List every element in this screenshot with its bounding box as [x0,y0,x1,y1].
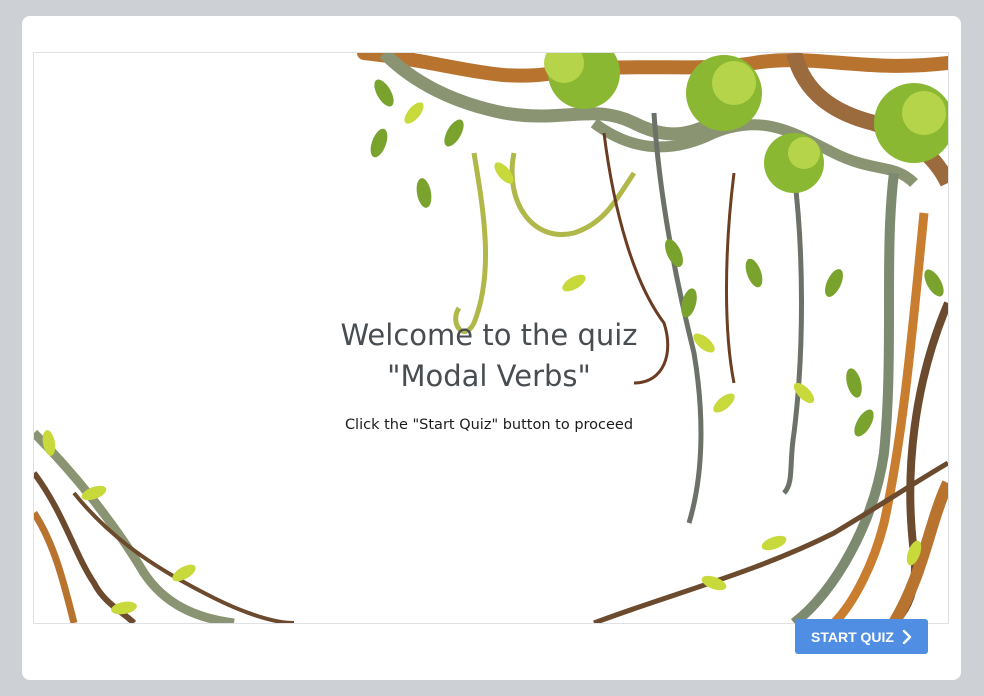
title-line-1: Welcome to the quiz [340,318,638,352]
title-line-2: "Modal Verbs" [387,359,591,393]
intro-slide: Welcome to the quiz "Modal Verbs" Click … [33,52,949,624]
start-quiz-button[interactable]: START QUIZ [795,619,928,654]
chevron-right-icon [902,629,912,644]
start-quiz-label: START QUIZ [811,628,894,645]
quiz-player-card: Welcome to the quiz "Modal Verbs" Click … [22,16,961,680]
quiz-welcome-title: Welcome to the quiz "Modal Verbs" [294,315,684,397]
start-instruction-text: Click the "Start Quiz" button to proceed [344,417,634,433]
